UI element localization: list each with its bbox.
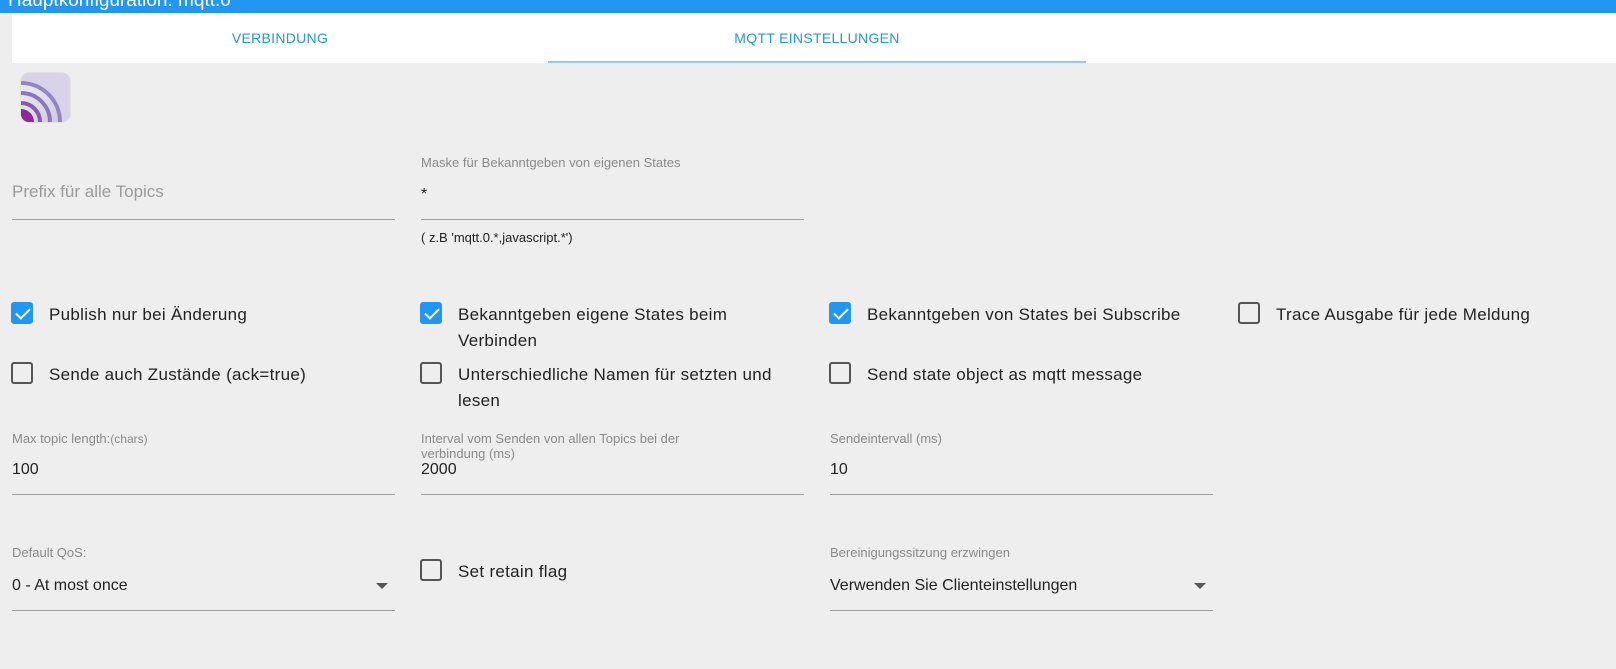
different-names-label: Unterschiedliche Namen für setzten und l… [458, 365, 772, 410]
send-interval-label: Sendeintervall (ms) [830, 431, 942, 446]
send-ack-checkbox[interactable] [11, 362, 33, 384]
clean-session-label: Bereinigungssitzung erzwingen [830, 545, 1010, 560]
mask-underline [421, 219, 804, 220]
tab-verbindung[interactable]: VERBINDUNG [12, 13, 548, 63]
retain-flag-label: Set retain flag [458, 562, 568, 581]
mask-field[interactable]: Maske für Bekanntgeben von eigenen State… [421, 154, 804, 249]
send-state-object-label: Send state object as mqtt message [867, 365, 1143, 384]
max-topic-length-field[interactable]: Max topic length:(chars) 100 [12, 430, 395, 496]
prefix-placeholder: Prefix für alle Topics [12, 182, 164, 201]
interval-input[interactable]: 2000 [421, 461, 457, 479]
tab-bar: VERBINDUNG MQTT EINSTELLUNGEN [12, 13, 1616, 63]
qos-select[interactable]: Default QoS: 0 - At most once [12, 544, 395, 612]
mask-label: Maske für Bekanntgeben von eigenen State… [421, 155, 681, 170]
chevron-down-icon[interactable] [376, 583, 388, 589]
send-state-object-checkbox[interactable] [829, 362, 851, 384]
send-interval-underline [830, 494, 1213, 495]
tab-mqtt-einstellungen[interactable]: MQTT EINSTELLUNGEN [548, 13, 1086, 63]
prefix-field[interactable]: Prefix für alle Topics [12, 170, 395, 222]
announce-own-states-label: Bekanntgeben eigene States beim Verbinde… [458, 305, 728, 350]
prefix-underline [12, 219, 395, 220]
trace-output-checkbox[interactable] [1238, 302, 1260, 324]
mask-input[interactable]: * [421, 186, 427, 204]
interval-underline [421, 494, 804, 495]
clean-session-underline [830, 610, 1213, 611]
publish-on-change-label: Publish nur bei Änderung [49, 305, 248, 324]
active-tab-indicator [548, 61, 1086, 63]
max-topic-length-input[interactable]: 100 [12, 461, 39, 479]
publish-on-change-checkbox[interactable] [11, 302, 33, 324]
clean-session-select[interactable]: Bereinigungssitzung erzwingen Verwenden … [830, 544, 1213, 612]
qos-value[interactable]: 0 - At most once [12, 577, 128, 595]
window-titlebar: Hauptkonfiguration: mqtt.0 [0, 0, 1616, 13]
max-topic-length-label: Max topic length:(chars) [12, 431, 148, 446]
announce-subscribe-label: Bekanntgeben von States bei Subscribe [867, 305, 1181, 324]
clean-session-value[interactable]: Verwenden Sie Clienteinstellungen [830, 577, 1077, 595]
send-interval-field[interactable]: Sendeintervall (ms) 10 [830, 430, 1213, 496]
max-topic-length-underline [12, 494, 395, 495]
interval-label: Interval vom Senden von allen Topics bei… [421, 431, 680, 461]
qos-underline [12, 610, 395, 611]
mask-helper-text: ( z.B 'mqtt.0.*,javascript.*') [421, 230, 573, 245]
announce-subscribe-checkbox[interactable] [829, 302, 851, 324]
retain-flag-checkbox[interactable] [420, 559, 442, 581]
send-interval-input[interactable]: 10 [830, 461, 848, 479]
announce-own-states-checkbox[interactable] [420, 302, 442, 324]
interval-field[interactable]: Interval vom Senden von allen Topics bei… [421, 430, 804, 496]
window-title: Hauptkonfiguration: mqtt.0 [8, 0, 231, 11]
send-ack-label: Sende auch Zustände (ack=true) [49, 365, 307, 384]
chevron-down-icon[interactable] [1194, 583, 1206, 589]
mqtt-logo-icon [21, 73, 70, 122]
trace-output-label: Trace Ausgabe für jede Meldung [1276, 305, 1531, 324]
qos-label: Default QoS: [12, 545, 87, 560]
different-names-checkbox[interactable] [420, 362, 442, 384]
